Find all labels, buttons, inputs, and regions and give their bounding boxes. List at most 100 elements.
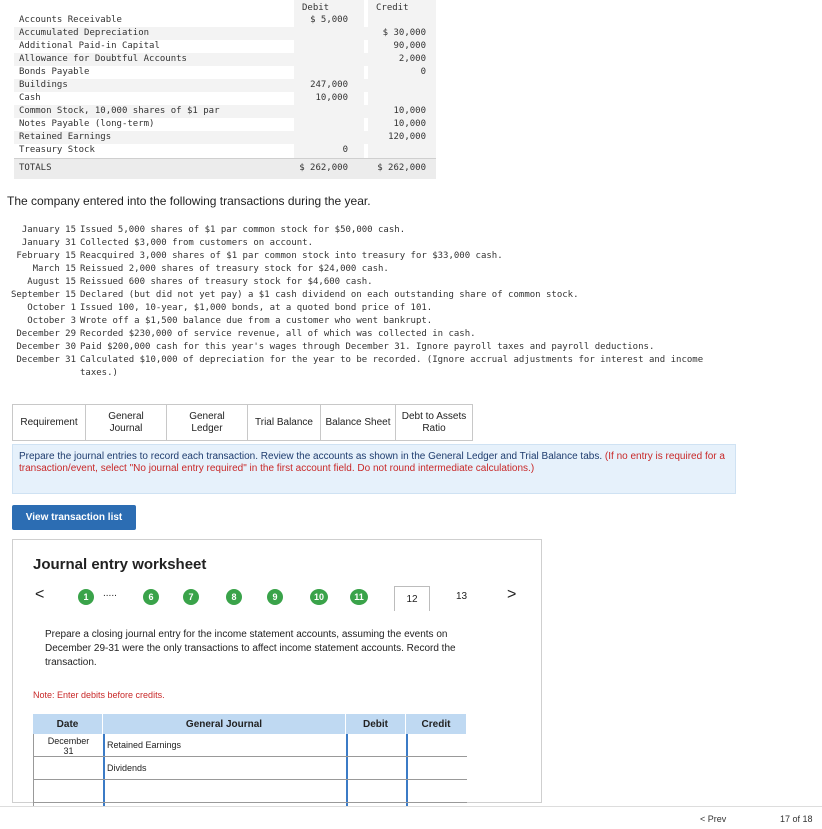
total-credit: $ 262,000 (377, 163, 426, 173)
transaction-date: December 30 (16, 342, 76, 352)
trial-balance-row: Notes Payable (long-term) 10,000 (14, 118, 436, 131)
transaction-row: October 1 Issued 100, 10-year, $1,000 bon… (0, 302, 800, 315)
journal-entry-row (33, 780, 467, 803)
view-transaction-list-button[interactable]: View transaction list (12, 505, 136, 530)
credit-input[interactable] (406, 757, 467, 779)
transaction-text: Reissued 2,000 shares of treasury stock … (80, 264, 389, 274)
account-name: Common Stock, 10,000 shares of $1 par (19, 106, 220, 116)
tab-debt-to-assets-ratio[interactable]: Debt to Assets Ratio (395, 404, 473, 441)
debits-note: Note: Enter debits before credits. (33, 690, 165, 700)
tab-trial-balance[interactable]: Trial Balance (247, 404, 320, 441)
entry-6-button[interactable]: 6 (143, 589, 159, 605)
entry-date-cell (33, 780, 103, 802)
trial-balance-row: Additional Paid-in Capital 90,000 (14, 40, 436, 53)
entry-prompt: Prepare a closing journal entry for the … (45, 629, 456, 668)
entry-date-cell: December 31 (33, 734, 103, 756)
entry-7-button[interactable]: 7 (183, 589, 199, 605)
trial-balance-header: Debit Credit (14, 0, 436, 14)
account-name: Notes Payable (long-term) (19, 119, 155, 129)
tab-balance-sheet[interactable]: Balance Sheet (320, 404, 395, 441)
debit-amount: 10,000 (315, 93, 348, 103)
tab-general-ledger[interactable]: General Ledger (166, 404, 247, 441)
debit-input[interactable] (346, 734, 406, 756)
entry-date-cell-value (34, 757, 103, 759)
transaction-text: Recorded $230,000 of service revenue, al… (80, 329, 476, 339)
debit-input[interactable] (346, 757, 406, 779)
account-name: Retained Earnings (19, 132, 112, 142)
account-name: Cash (19, 93, 41, 103)
transaction-row: December 31 Calculated $10,000 of depreci… (0, 354, 800, 367)
transaction-row: taxes.) (0, 367, 800, 380)
next-entry-chevron-icon[interactable]: > (507, 586, 516, 604)
account-name: Allowance for Doubtful Accounts (19, 54, 187, 64)
credit-header: Credit (406, 714, 467, 734)
entry-date-cell (33, 757, 103, 779)
trial-balance-row: Cash 10,000 (14, 92, 436, 105)
trial-balance-row: Accounts Receivable $ 5,000 (14, 14, 436, 27)
transaction-date: January 15 (21, 225, 76, 235)
transaction-row: December 30 Paid $200,000 cash for this y… (0, 341, 800, 354)
credit-input[interactable] (406, 734, 467, 756)
tab-general-journal[interactable]: General Journal (85, 404, 166, 441)
transaction-text: Reacquired 3,000 shares of $1 par common… (80, 251, 503, 261)
credit-input[interactable] (406, 780, 467, 802)
transaction-date: October 3 (27, 316, 76, 326)
entry-date-cell-value (34, 803, 103, 805)
trial-balance-row: Treasury Stock 0 (14, 144, 436, 157)
account-select-value: Retained Earnings (107, 740, 182, 750)
date-header: Date (33, 714, 103, 734)
entry-10-button[interactable]: 10 (310, 589, 328, 605)
tab-requirement[interactable]: Requirement (12, 404, 85, 441)
account-select-value: Dividends (107, 763, 147, 773)
transaction-row: October 3 Wrote off a $1,500 balance due … (0, 315, 800, 328)
account-select[interactable] (103, 780, 346, 802)
transaction-row: March 15 Reissued 2,000 shares of treasur… (0, 263, 800, 276)
entry-8-button[interactable]: 8 (226, 589, 242, 605)
debit-amount: 247,000 (310, 80, 348, 90)
account-select[interactable]: Retained Earnings (103, 734, 346, 756)
debit-amount: 0 (342, 145, 348, 155)
requirement-tabs: Requirement General Journal General Ledg… (12, 404, 473, 441)
entry-1-button[interactable]: 1 (78, 589, 94, 605)
transaction-text: Calculated $10,000 of depreciation for t… (80, 355, 704, 365)
debit-header: Debit (302, 3, 330, 13)
entry-13-button[interactable]: 13 (456, 591, 467, 602)
intro-text: The company entered into the following t… (7, 194, 371, 208)
credit-amount: 0 (420, 67, 426, 77)
journal-entry-worksheet: Journal entry worksheet < 1 ..... 6 7 8 … (12, 539, 542, 826)
trial-balance-row: Buildings 247,000 (14, 79, 436, 92)
account-name: Accounts Receivable (19, 15, 122, 25)
account-select[interactable]: Dividends (103, 757, 346, 779)
account-name: Bonds Payable (19, 67, 90, 77)
instruction-main: Prepare the journal entries to record ea… (19, 451, 603, 462)
entry-ellipsis: ..... (103, 588, 117, 599)
prev-page-link[interactable]: < Prev (700, 814, 726, 824)
trial-balance-row: Accumulated Depreciation $ 30,000 (14, 27, 436, 40)
transaction-text: Collected $3,000 from customers on accou… (80, 238, 313, 248)
credit-header: Credit (376, 3, 409, 13)
debit-header: Debit (346, 714, 406, 734)
instruction-box: Prepare the journal entries to record ea… (12, 444, 736, 494)
credit-amount: 120,000 (388, 132, 426, 142)
trial-balance-row: Allowance for Doubtful Accounts 2,000 (14, 53, 436, 66)
trial-balance-row: Common Stock, 10,000 shares of $1 par 10,… (14, 105, 436, 118)
bottom-navigation-bar (0, 806, 822, 829)
transaction-date: February 15 (16, 251, 76, 261)
entry-12-current-tab[interactable]: 12 (394, 586, 430, 611)
entry-date-cell-value: December 31 (47, 736, 90, 756)
transaction-date: August 15 (27, 277, 76, 287)
transaction-date: December 29 (16, 329, 76, 339)
journal-entry-row: Dividends (33, 757, 467, 780)
debit-input[interactable] (346, 780, 406, 802)
credit-amount: $ 30,000 (382, 28, 426, 38)
transaction-row: September 15 Declared (but did not yet pa… (0, 289, 800, 302)
trial-balance-totals: TOTALS $ 262,000 $ 262,000 (14, 158, 436, 179)
transaction-text: Issued 100, 10-year, $1,000 bonds, at a … (80, 303, 433, 313)
account-select-value (105, 780, 346, 786)
entry-11-button[interactable]: 11 (350, 589, 368, 605)
entry-9-button[interactable]: 9 (267, 589, 283, 605)
transaction-text: Reissued 600 shares of treasury stock fo… (80, 277, 373, 287)
prev-entry-chevron-icon[interactable]: < (35, 586, 44, 604)
transaction-text: Declared (but did not yet pay) a $1 cash… (80, 290, 579, 300)
total-debit: $ 262,000 (299, 163, 348, 173)
